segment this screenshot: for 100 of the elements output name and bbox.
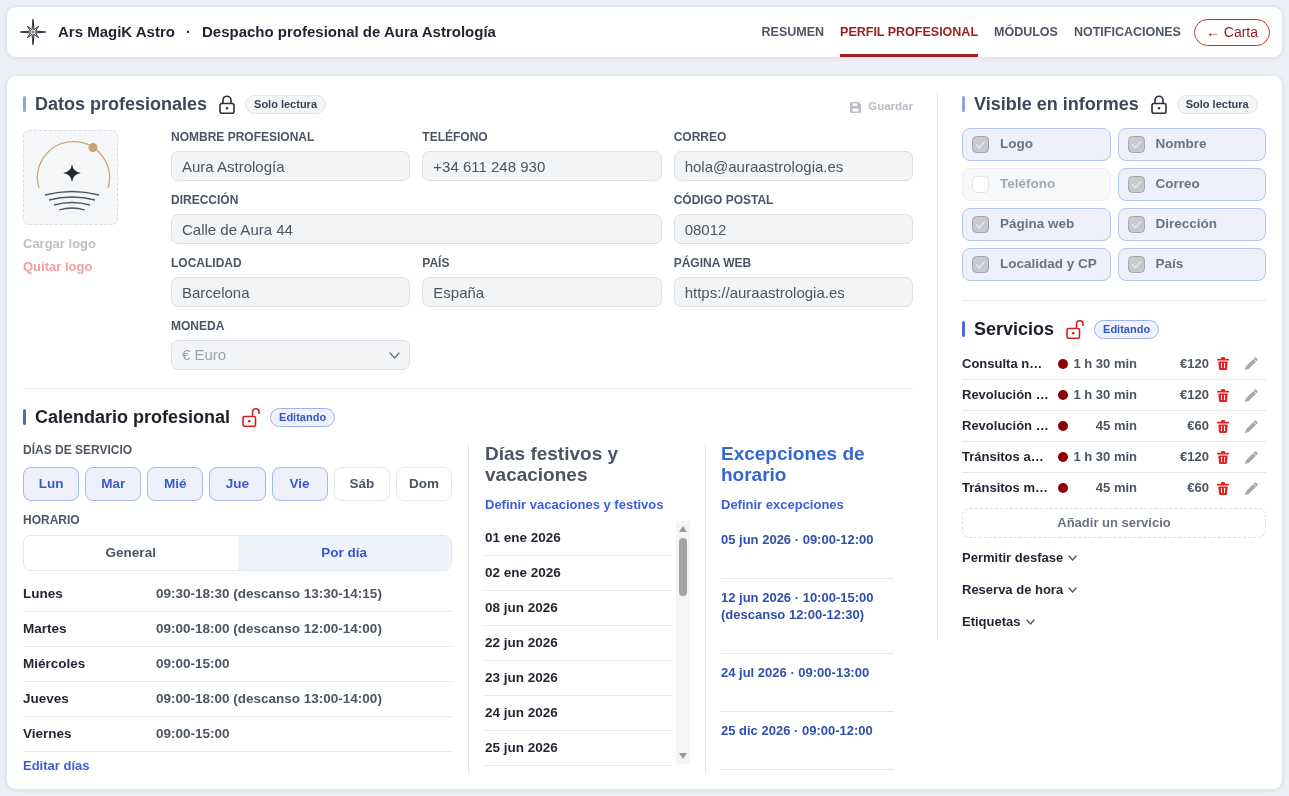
pencil-icon[interactable] [1244,449,1260,465]
section-title: Calendario profesional [35,406,231,429]
report-option[interactable]: Logo [962,128,1111,161]
checkbox[interactable] [1127,136,1145,153]
text-field[interactable]: Calle de Aura 44 [171,214,662,244]
field-label: MONEDA [171,319,226,334]
trash-icon[interactable] [1217,357,1230,370]
collapsible-toggle[interactable]: Etiquetas [962,606,1035,638]
pencil-icon[interactable] [1244,418,1260,434]
define-link[interactable]: Definir vacaciones y festivos [485,497,664,513]
trash-icon[interactable] [1217,419,1230,433]
field-label: CORREO [673,130,728,145]
text-field[interactable]: +34 611 248 930 [422,151,662,181]
app-title: Ars MagiK Astro [58,21,175,42]
service-name: Tránsitos a… [962,448,1044,467]
checkbox[interactable] [972,136,989,153]
service-price: €60 [1187,479,1209,498]
field-label: NOMBRE PROFESIONAL [171,130,316,145]
nav-tab[interactable]: NOTIFICACIONES [1073,7,1181,57]
title-separator: · [185,21,191,42]
field-label: DIRECCIÓN [171,193,240,208]
scrollbar[interactable] [676,521,690,764]
edit-days-link[interactable]: Editar días [23,758,90,774]
weekday-toggle[interactable]: Dom [395,467,452,501]
nav-tab[interactable]: PERFIL PROFESIONAL [840,7,979,57]
nav-tab[interactable]: MÓDULOS [994,7,1058,57]
section-label: HORARIO [23,513,81,528]
section-label: DÍAS DE SERVICIO [23,443,134,458]
working-hours: 09:30-18:30 (descanso 13:30-14:15) [156,584,382,603]
schedule-exception[interactable]: 25 dic 2026 · 09:00-12:00 [721,712,894,770]
compass-star-icon [20,19,46,45]
define-link[interactable]: Definir excepciones [721,497,844,513]
weekday-name: Jueves [23,689,70,708]
back-button[interactable]: ← Carta [1193,18,1270,46]
service-price: €120 [1180,448,1209,467]
service-price: €120 [1180,386,1209,405]
nav-tab[interactable]: RESUMEN [761,7,825,57]
field-label: PAÍS [422,256,451,271]
schedule-mode-tab[interactable]: Por día [237,536,451,570]
collapsible-toggle[interactable]: Reserva de hora [962,574,1078,606]
report-option[interactable]: Dirección [1117,208,1266,241]
schedule-exception[interactable]: 24 jul 2026 · 09:00-13:00 [721,654,894,712]
status-tag: Editando [270,407,336,427]
weekday-toggle[interactable]: Jue [209,467,266,501]
text-field[interactable]: 08012 [673,214,913,244]
checkbox[interactable] [1127,256,1145,273]
status-tag: Editando [1094,319,1160,339]
checkbox[interactable] [972,256,989,273]
section-title: Servicios [974,318,1055,341]
text-field[interactable]: Barcelona [171,277,411,307]
weekday-toggle[interactable]: Lun [23,467,80,501]
service-name: Revolución … [962,386,1049,405]
weekday-toggle[interactable]: Mié [147,467,204,501]
trash-icon[interactable] [1217,388,1230,402]
accent-bar [962,96,965,112]
holiday-date: 25 jun 2026 [485,731,672,766]
chevron-down-icon [389,352,401,359]
holiday-date: 08 jun 2026 [485,591,672,626]
pencil-icon[interactable] [1244,356,1260,371]
trash-icon[interactable] [1217,481,1230,495]
service-duration: 45 min [1095,479,1137,498]
accent-bar [23,96,26,112]
service-duration: 1 h 30 min [1073,354,1137,373]
page-subtitle: Despacho profesional de Aura Astrología [201,21,496,42]
weekday-name: Martes [23,619,68,638]
checkbox[interactable] [1127,216,1145,233]
schedule-exception[interactable]: 12 jun 2026 · 10:00-15:00 (descanso 12:00-12:30) [721,579,894,654]
working-hours: 09:00-18:00 (descanso 13:00-14:00) [156,689,382,708]
add-service-button[interactable]: Añadir un servicio [962,508,1266,538]
report-option[interactable]: País [1117,248,1266,281]
weekday-toggle[interactable]: Mar [85,467,142,501]
pencil-icon[interactable] [1244,480,1260,496]
service-name: Consulta n… [962,354,1043,373]
field-label: PÁGINA WEB [673,256,753,271]
status-tag: Solo lectura [1176,94,1258,114]
field-label: TELÉFONO [422,130,489,145]
field-label: CÓDIGO POSTAL [673,193,775,208]
report-option[interactable]: Nombre [1117,128,1266,161]
service-name: Revolución … [962,417,1049,436]
working-hours: 09:00-18:00 (descanso 12:00-14:00) [156,619,382,638]
report-option[interactable]: Correo [1117,168,1266,201]
working-hours: 09:00-15:00 [156,654,230,673]
report-option[interactable]: Página web [962,208,1111,241]
checkbox[interactable] [972,216,989,233]
schedule-exception[interactable]: 05 jun 2026 · 09:00-12:00 [721,521,894,579]
pencil-icon[interactable] [1244,387,1260,403]
checkbox[interactable] [1127,176,1145,193]
report-option[interactable]: Localidad y CP [962,248,1111,281]
weekday-toggle[interactable]: Vie [271,467,328,501]
panel-title: Excepciones de horario [721,443,866,485]
text-field[interactable]: Aura Astrología [171,151,411,181]
section-title: Visible en informes [974,93,1139,116]
text-field[interactable]: https://auraastrologia.es [673,277,913,307]
text-field[interactable]: España [422,277,662,307]
working-hours: 09:00-15:00 [156,724,230,743]
weekday-name: Lunes [23,584,64,603]
text-field[interactable]: hola@auraastrologia.es [673,151,913,181]
weekday-toggle[interactable]: Sáb [333,467,390,501]
collapsible-toggle[interactable]: Permitir desfase [962,542,1078,574]
trash-icon[interactable] [1217,450,1230,464]
